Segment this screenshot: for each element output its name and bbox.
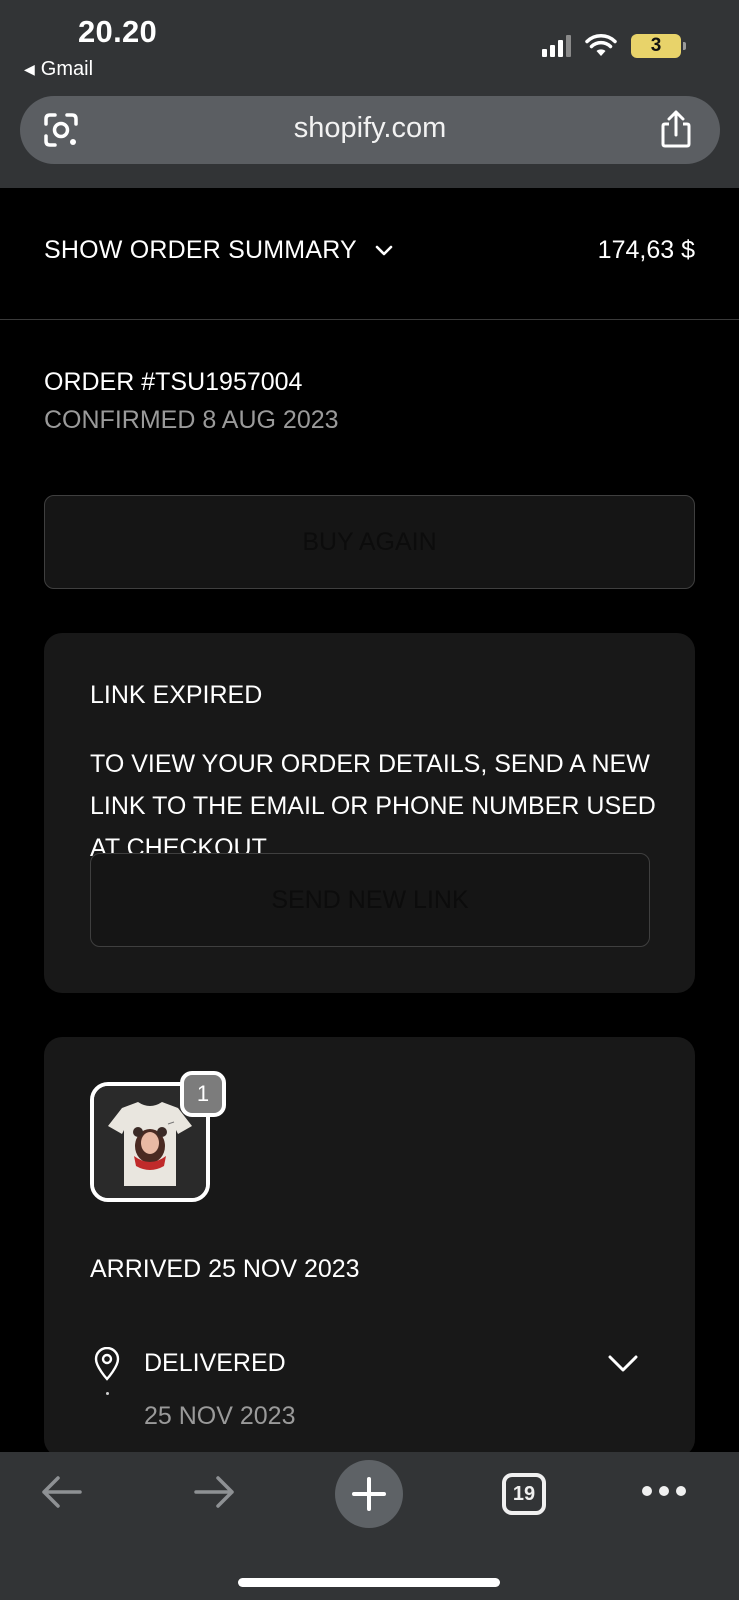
expand-status-chevron-icon[interactable]: [607, 1353, 639, 1375]
battery-icon: 3: [631, 34, 686, 58]
order-confirmed-date: CONFIRMED 8 AUG 2023: [44, 406, 339, 434]
tab-switcher-button[interactable]: 19: [502, 1473, 546, 1515]
order-number: ORDER #TSU1957004: [44, 368, 303, 396]
link-expired-card: LINK EXPIRED TO VIEW YOUR ORDER DETAILS,…: [44, 633, 695, 993]
order-summary-toggle[interactable]: SHOW ORDER SUMMARY 174,63 $: [0, 188, 739, 320]
status-icons: 3: [542, 34, 686, 58]
order-total: 174,63 $: [597, 236, 695, 264]
forward-arrow-icon[interactable]: [192, 1472, 238, 1512]
delivery-status-date: 25 NOV 2023: [144, 1402, 296, 1430]
timeline-dot: [106, 1392, 109, 1395]
back-to-app-link[interactable]: ◀ Gmail: [24, 58, 93, 81]
plus-icon: [352, 1477, 386, 1511]
arrival-date: ARRIVED 25 NOV 2023: [90, 1255, 360, 1283]
address-bar[interactable]: shopify.com: [20, 96, 720, 164]
order-summary-label: SHOW ORDER SUMMARY: [44, 236, 357, 264]
buy-again-button[interactable]: BUY AGAIN: [44, 495, 695, 589]
home-indicator: [238, 1578, 500, 1587]
send-new-link-button[interactable]: SEND NEW LINK: [90, 853, 650, 947]
shipment-card: 1 ARRIVED 25 NOV 2023 DELIVERED 25 NOV 2…: [44, 1037, 695, 1457]
chevron-down-icon: [375, 245, 393, 255]
cellular-signal-icon: [542, 35, 571, 57]
location-pin-icon: [94, 1347, 120, 1381]
browser-toolbar: 19: [0, 1452, 739, 1600]
url-text: shopify.com: [293, 112, 447, 144]
delivery-status: DELIVERED: [144, 1349, 286, 1377]
share-icon[interactable]: [658, 109, 694, 149]
browser-header: 20.20 ◀ Gmail 3 shopify.com: [0, 0, 739, 188]
link-expired-message: TO VIEW YOUR ORDER DETAILS, SEND A NEW L…: [90, 750, 656, 862]
quantity-badge: 1: [180, 1071, 226, 1117]
new-tab-button[interactable]: [335, 1460, 403, 1528]
more-menu-icon[interactable]: [642, 1486, 686, 1496]
back-triangle-icon: ◀: [24, 61, 35, 77]
status-time: 20.20: [78, 14, 158, 49]
back-arrow-icon[interactable]: [38, 1472, 84, 1512]
link-expired-title: LINK EXPIRED: [90, 681, 263, 709]
wifi-icon: [585, 34, 617, 56]
back-app-label: Gmail: [40, 58, 94, 80]
order-summary-label-group: SHOW ORDER SUMMARY: [44, 236, 393, 265]
